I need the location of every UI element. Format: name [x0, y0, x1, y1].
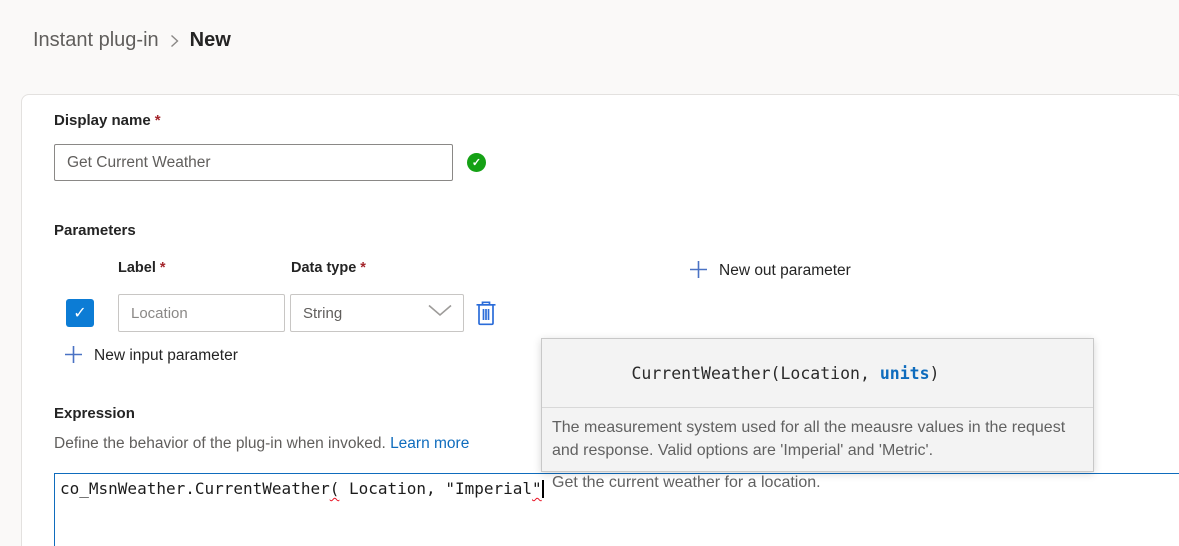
breadcrumb-parent-link[interactable]: Instant plug-in [33, 29, 159, 52]
data-type-column-header: Data type* [291, 260, 366, 276]
plus-icon [689, 260, 708, 282]
new-input-parameter-label: New input parameter [94, 347, 238, 365]
trash-icon [474, 300, 498, 327]
new-input-parameter-button[interactable]: New input parameter [64, 345, 238, 367]
required-asterisk: * [360, 260, 366, 276]
new-out-parameter-button[interactable]: New out parameter [689, 260, 851, 282]
function-doc: Get the current weather for a location. [552, 472, 1083, 495]
breadcrumb: Instant plug-in New [33, 29, 231, 52]
parameter-doc: The measurement system used for all the … [552, 417, 1083, 462]
plus-icon [64, 345, 83, 367]
display-name-label: Display name* [54, 112, 161, 129]
expression-description: Define the behavior of the plug-in when … [54, 435, 469, 453]
parameter-label-input[interactable] [118, 294, 285, 332]
required-asterisk: * [155, 112, 161, 129]
chevron-down-icon [427, 303, 453, 323]
active-parameter: units [880, 364, 930, 383]
plugin-form-card: Display name* ✓ Parameters Label* Data t… [21, 94, 1179, 546]
valid-check-icon: ✓ [467, 153, 486, 172]
data-type-dropdown[interactable]: String [290, 294, 464, 332]
learn-more-link[interactable]: Learn more [390, 435, 469, 452]
function-signature: CurrentWeather(Location, units) [542, 339, 1093, 408]
data-type-selected-value: String [303, 305, 342, 322]
parameter-row-checkbox[interactable]: ✓ [66, 299, 94, 327]
breadcrumb-current: New [190, 29, 231, 52]
display-name-input[interactable] [54, 144, 453, 181]
page: Instant plug-in New Display name* ✓ Para… [0, 0, 1179, 546]
delete-parameter-button[interactable] [474, 300, 498, 327]
parameters-heading: Parameters [54, 222, 136, 239]
label-column-header: Label* [118, 260, 166, 276]
expression-heading: Expression [54, 405, 135, 422]
tooltip-body: The measurement system used for all the … [542, 408, 1093, 504]
new-out-parameter-label: New out parameter [719, 262, 851, 280]
required-asterisk: * [160, 260, 166, 276]
intellisense-tooltip: CurrentWeather(Location, units) The meas… [541, 338, 1094, 472]
chevron-right-icon [169, 33, 180, 49]
